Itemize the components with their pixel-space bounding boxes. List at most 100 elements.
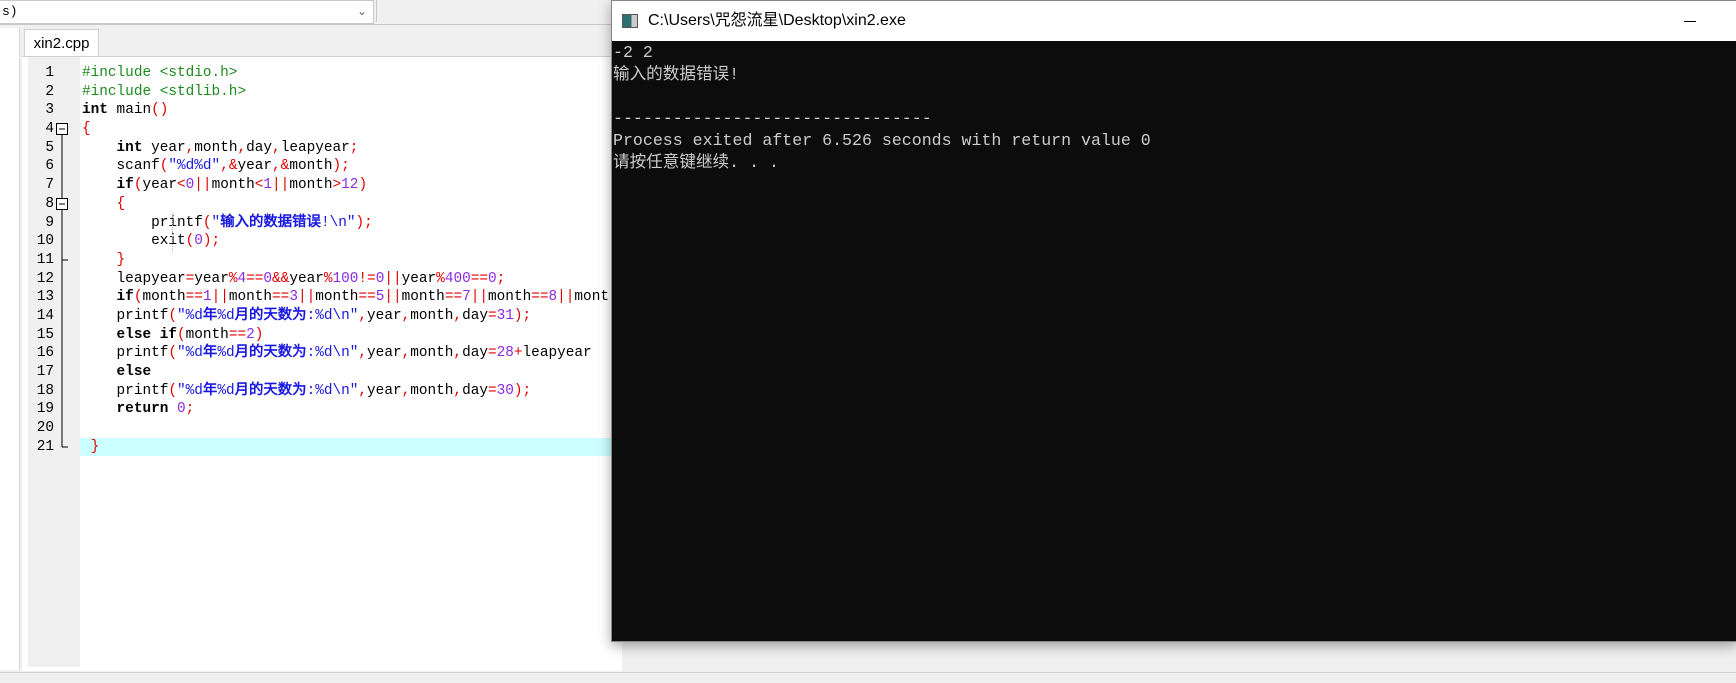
code-line[interactable]: 19 return 0; — [22, 400, 622, 420]
code-line[interactable]: 11 } — [22, 250, 622, 270]
code-token: ; — [185, 401, 195, 418]
code-line[interactable]: 7 if(year<0||month<1||month>12) — [22, 176, 622, 196]
code-line[interactable]: 5 int year,month,day,leapyear; — [22, 138, 622, 158]
code-token: year — [142, 177, 178, 194]
console-title-bar[interactable]: C:\Users\咒怨流星\Desktop\xin2.exe — [612, 1, 1736, 41]
code-line[interactable]: 2 #include <stdlib.h> — [22, 83, 622, 102]
code-token: > — [332, 177, 342, 194]
code-text[interactable]: int main() — [80, 101, 642, 120]
code-lines[interactable]: 1 #include <stdio.h> 2 #include <stdlib.h> 3… — [22, 64, 642, 457]
code-text[interactable]: { — [80, 120, 642, 139]
code-text[interactable]: scanf("%d%d",&year,&month); — [80, 157, 642, 176]
code-line[interactable]: 15 else if(month==2) — [22, 325, 622, 345]
fold-guide — [55, 419, 79, 439]
fold-collapse-icon[interactable] — [55, 120, 79, 140]
code-text[interactable]: #include <stdio.h> — [80, 64, 642, 83]
code-token: } — [90, 438, 100, 455]
code-text[interactable]: printf("%d年%d月的天数为:%d\n",year,month,day=… — [80, 382, 642, 401]
fold-guide — [55, 325, 79, 345]
compiler-select[interactable]: s) ⌄ — [0, 0, 374, 24]
code-token: year — [367, 345, 402, 362]
code-line[interactable]: 9 printf("输入的数据错误!\n"); — [22, 213, 622, 233]
code-token: 2 — [246, 326, 255, 343]
code-token: %d — [217, 307, 235, 324]
code-text[interactable]: leapyear=year%4==0&&year%100!=0||year%40… — [80, 270, 642, 289]
code-line[interactable]: 13 if(month==1||month==3||month==5||mont… — [22, 288, 622, 308]
fold-guide — [55, 381, 79, 401]
code-token: 8 — [548, 289, 558, 306]
code-text[interactable]: { — [80, 195, 642, 214]
tab-xin2-cpp[interactable]: xin2.cpp — [24, 29, 99, 57]
code-text[interactable]: #include <stdlib.h> — [80, 83, 642, 102]
code-token: 0 — [488, 270, 497, 287]
code-text[interactable]: if(month==1||month==3||month==5||month==… — [80, 288, 642, 307]
code-text[interactable]: else — [80, 363, 642, 382]
line-number: 5 — [45, 139, 54, 156]
code-token: month — [142, 289, 186, 306]
code-token: exit — [82, 233, 186, 250]
fold-guide — [55, 269, 79, 289]
code-text[interactable]: printf("输入的数据错误!\n"); — [80, 213, 642, 233]
code-line[interactable]: 17 else — [22, 363, 622, 382]
code-text[interactable]: } — [80, 251, 642, 270]
code-line[interactable]: 18 printf("%d年%d月的天数为:%d\n",year,month,d… — [22, 381, 622, 401]
code-token: month — [315, 289, 359, 306]
fold-guide — [55, 288, 79, 308]
fold-guide — [55, 306, 79, 326]
code-token: if — [116, 289, 134, 306]
code-line[interactable]: 20 — [22, 419, 622, 439]
code-token: leapyear — [82, 270, 186, 287]
code-line[interactable]: 14 printf("%d年%d月的天数为:%d\n",year,month,d… — [22, 306, 622, 326]
code-text[interactable]: return 0; — [80, 400, 642, 419]
code-line[interactable]: 10 exit(0); — [22, 232, 622, 252]
code-token: , — [453, 307, 463, 324]
code-token: "%d — [177, 307, 203, 324]
code-text[interactable]: } — [80, 437, 642, 457]
code-line[interactable]: 6 scanf("%d%d",&year,&month); — [22, 157, 622, 177]
code-token: 31 — [496, 307, 514, 324]
code-text[interactable]: else if(month==2) — [80, 326, 642, 345]
minimize-icon[interactable] — [1678, 11, 1702, 31]
line-number: 1 — [45, 65, 54, 81]
code-text[interactable]: if(year<0||month<1||month>12) — [80, 176, 642, 195]
code-token: #include <stdio.h> — [82, 65, 238, 81]
code-token: year — [367, 307, 402, 324]
code-token: = — [487, 307, 497, 324]
console-window[interactable]: C:\Users\咒怨流星\Desktop\xin2.exe -2 2 输入的数据… — [611, 0, 1736, 642]
code-line[interactable]: 3 int main() — [22, 101, 622, 120]
code-token: month — [194, 139, 238, 156]
chevron-down-icon[interactable]: ⌄ — [357, 1, 367, 23]
code-token: || — [194, 177, 212, 194]
code-line[interactable]: 21 } — [22, 437, 642, 457]
line-number: 21 — [36, 438, 54, 455]
code-text[interactable]: printf("%d年%d月的天数为:%d\n",year,month,day=… — [80, 344, 642, 363]
code-text[interactable]: int year,month,day,leapyear; — [80, 139, 642, 158]
code-token: ) — [254, 326, 264, 343]
code-token: if — [116, 177, 134, 194]
code-token: == — [246, 270, 264, 287]
code-line[interactable]: 16 printf("%d年%d月的天数为:%d\n",year,month,d… — [22, 344, 622, 364]
code-token: () — [151, 102, 169, 119]
code-token: day — [462, 307, 488, 324]
code-line[interactable]: 12 leapyear=year%4==0&&year%100!=0||year… — [22, 269, 622, 289]
indent-guide — [172, 213, 173, 233]
line-number: 10 — [36, 233, 54, 250]
fold-collapse-icon[interactable] — [55, 194, 79, 214]
code-token: ); — [513, 382, 532, 399]
code-editor[interactable]: 1 #include <stdio.h> 2 #include <stdlib.h> 3… — [22, 56, 642, 671]
console-title: C:\Users\咒怨流星\Desktop\xin2.exe — [648, 12, 906, 29]
code-line[interactable]: 4{ — [22, 120, 622, 140]
code-token: printf — [82, 382, 169, 399]
code-token: == — [531, 289, 549, 306]
code-text[interactable]: printf("%d年%d月的天数为:%d\n",year,month,day=… — [80, 307, 642, 326]
line-number: 19 — [36, 401, 54, 418]
toolbar-select-2[interactable] — [376, 0, 607, 22]
code-line[interactable]: 8 { — [22, 194, 622, 214]
code-text[interactable]: exit(0); — [80, 232, 642, 251]
code-text[interactable] — [80, 419, 642, 438]
code-token: mont — [574, 289, 609, 306]
fold-guide — [55, 138, 79, 158]
code-line[interactable]: 1 #include <stdio.h> — [22, 64, 622, 83]
code-token: } — [116, 251, 126, 268]
